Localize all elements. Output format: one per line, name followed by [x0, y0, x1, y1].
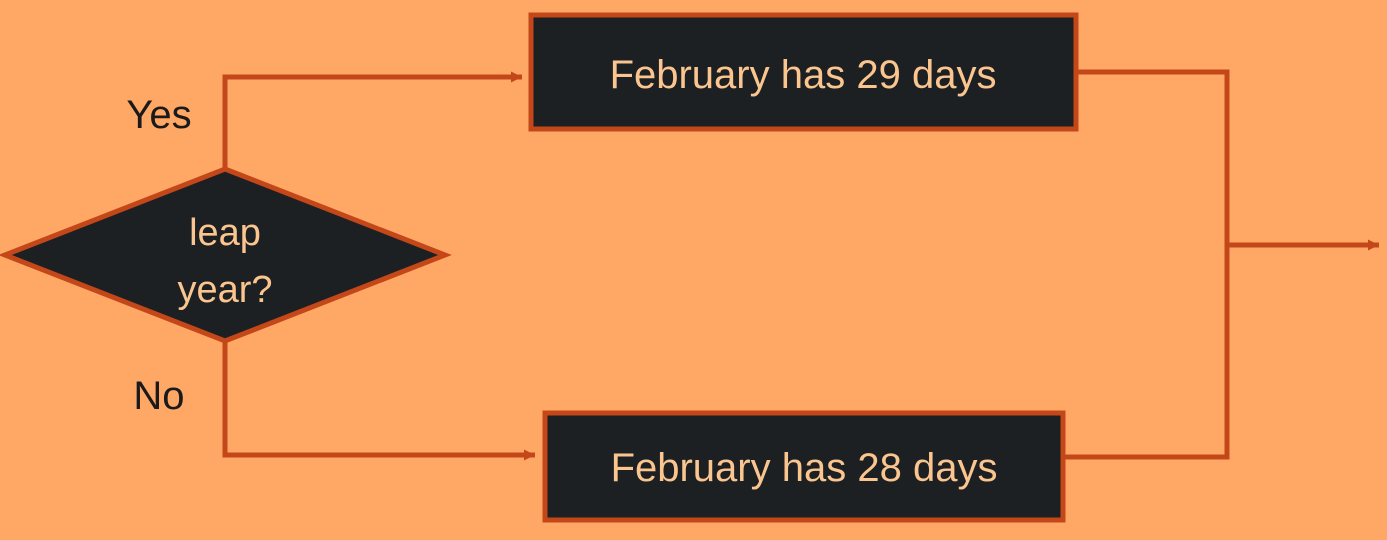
common-year-outcome-text: February has 28 days: [611, 446, 998, 490]
flowchart-canvas: leap year? Yes No February has 29 days F…: [0, 0, 1387, 540]
common-year-outcome-box: February has 28 days: [542, 410, 1066, 523]
yes-label: Yes: [126, 93, 191, 137]
leap-year-outcome-text: February has 29 days: [610, 53, 997, 97]
no-label: No: [133, 374, 184, 418]
decision-text-line2: year?: [177, 269, 272, 311]
decision-text-line1: leap: [189, 212, 261, 254]
leap-year-outcome-box: February has 29 days: [528, 12, 1079, 132]
